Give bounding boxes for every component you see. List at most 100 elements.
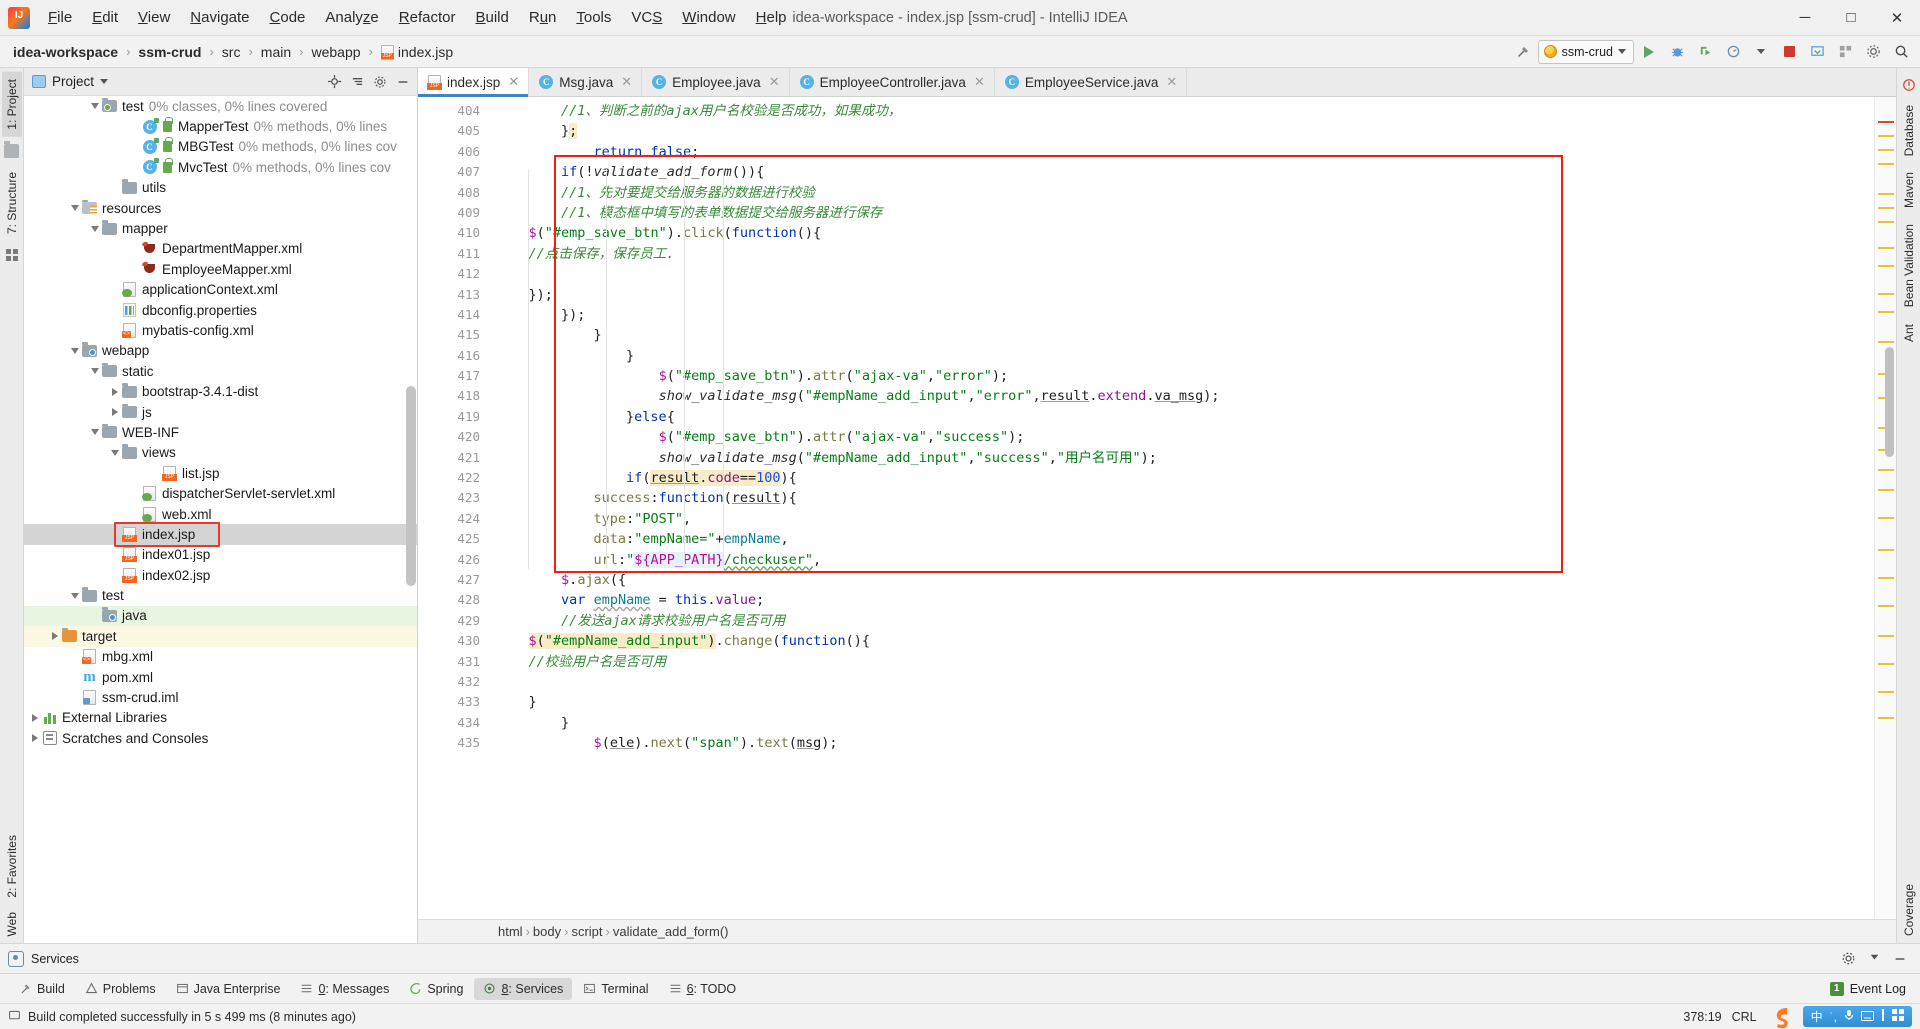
sidebar-item-ant[interactable]: Ant <box>1899 317 1919 349</box>
line-number-409[interactable]: 409 <box>418 203 504 223</box>
chevron-down-icon[interactable] <box>88 225 101 232</box>
editor-marker[interactable] <box>1878 341 1894 343</box>
menu-window[interactable]: Window <box>672 5 745 31</box>
line-number-432[interactable]: 432 <box>418 672 504 692</box>
tree-node-dbconfig-properties[interactable]: dbconfig.properties <box>24 300 417 320</box>
close-tab-icon[interactable]: ✕ <box>1166 74 1177 90</box>
tree-node-java[interactable]: java <box>24 605 417 627</box>
settings-gear-icon[interactable] <box>1860 40 1886 64</box>
line-number-430[interactable]: 430 <box>418 631 504 651</box>
menu-help[interactable]: Help <box>746 5 797 31</box>
line-number-408[interactable]: 408 <box>418 183 488 203</box>
editor-marker[interactable] <box>1878 549 1894 551</box>
editor-tab-msg-java[interactable]: C Msg.java ✕ <box>529 68 643 96</box>
search-icon[interactable] <box>1888 40 1914 64</box>
code-line-414[interactable]: data:"empName="+empName, <box>488 529 1874 549</box>
line-separator[interactable]: CRL <box>1732 1010 1757 1024</box>
line-number-419[interactable]: 419 <box>418 407 488 427</box>
close-tab-icon[interactable]: ✕ <box>769 74 780 90</box>
line-number-416[interactable]: 416 <box>418 346 504 366</box>
menu-build[interactable]: Build <box>465 5 518 31</box>
code-breadcrumb-item-script[interactable]: script <box>571 924 602 939</box>
code-line-429[interactable]: $("#emp_save_btn").click(function(){ <box>488 223 1874 243</box>
chevron-right-icon[interactable] <box>108 387 121 396</box>
editor-tab-bar[interactable]: index.jsp ✕ C Msg.java ✕ C Employee.java ✕ C Empl… <box>418 68 1896 97</box>
sidebar-item-project[interactable]: 1: Project <box>1 72 22 137</box>
sogou-ime-icon[interactable] <box>1767 1004 1793 1029</box>
tool-tab-spring[interactable]: Spring <box>400 978 472 1000</box>
line-number-426[interactable]: 426 <box>418 550 505 570</box>
tree-node-bootstrap-3-4-1-dist[interactable]: bootstrap-3.4.1-dist <box>24 381 417 401</box>
code-breadcrumb-item-html[interactable]: html <box>498 924 523 939</box>
ime-indicator[interactable]: 中 ˙, <box>1802 1006 1912 1027</box>
stop-button[interactable] <box>1776 40 1802 64</box>
menu-refactor[interactable]: Refactor <box>389 5 466 31</box>
breadcrumb-item-src[interactable]: src <box>217 43 246 61</box>
code-line-411[interactable]: var empName = this.value; <box>488 590 1874 610</box>
update-application-button[interactable] <box>1804 40 1830 64</box>
project-panel-title[interactable]: Project <box>32 74 109 89</box>
close-tab-icon[interactable]: ✕ <box>621 74 632 90</box>
line-number-428[interactable]: 428 <box>418 590 488 610</box>
editor-tab-employeecontroller-java[interactable]: C EmployeeController.java ✕ <box>790 68 995 96</box>
tree-node-mbg-xml[interactable]: mbg.xml <box>24 647 417 667</box>
tree-node-employeemapper-xml[interactable]: EmployeeMapper.xml <box>24 259 417 279</box>
tree-node-index01-jsp[interactable]: index01.jsp <box>24 545 417 565</box>
tool-tab-0--messages[interactable]: 0: Messages <box>291 978 398 1000</box>
editor-marker[interactable] <box>1878 469 1894 471</box>
tool-tab-problems[interactable]: Problems <box>76 978 165 1000</box>
tree-node-test[interactable]: test <box>24 585 417 605</box>
code-line-431[interactable]: //1、先对要提交给服务器的数据进行校验 <box>488 183 1874 203</box>
editor-tab-employee-java[interactable]: C Employee.java ✕ <box>642 68 790 96</box>
editor-scrollbar-thumb[interactable] <box>1885 347 1894 457</box>
line-number-407[interactable]: 407 <box>418 162 488 182</box>
line-number-435[interactable]: 435 <box>418 733 488 753</box>
maximize-button[interactable]: □ <box>1828 0 1874 35</box>
tree-node-pom-xml[interactable]: m pom.xml <box>24 667 417 687</box>
line-number-413[interactable]: 413 <box>418 285 488 305</box>
tree-node-web-xml[interactable]: web.xml <box>24 504 417 524</box>
code-line-435[interactable]: //1、判断之前的ajax用户名校验是否成功，如果成功， <box>488 101 1874 121</box>
chevron-right-icon[interactable] <box>28 734 41 743</box>
chevron-down-icon[interactable] <box>88 429 101 436</box>
locate-file-icon[interactable] <box>324 72 344 92</box>
breadcrumb-item-index-jsp[interactable]: index.jsp <box>376 43 458 61</box>
code-editor[interactable]: //1、判断之前的ajax用户名校验是否成功，如果成功， }; return f… <box>488 97 1874 919</box>
editor-marker[interactable] <box>1878 247 1894 249</box>
tree-node-list-jsp[interactable]: list.jsp <box>24 463 417 483</box>
sidebar-item-coverage[interactable]: Coverage <box>1899 877 1919 943</box>
editor-marker[interactable] <box>1878 207 1894 209</box>
tree-node-external-libraries[interactable]: External Libraries <box>24 708 417 728</box>
editor-marker[interactable] <box>1878 663 1894 665</box>
breadcrumb-item-main[interactable]: main <box>256 43 296 61</box>
menu-tools[interactable]: Tools <box>566 5 621 31</box>
chevron-right-icon[interactable] <box>28 713 41 722</box>
line-number-434[interactable]: 434 <box>418 713 488 733</box>
chevron-down-icon[interactable] <box>108 449 121 456</box>
code-line-413[interactable]: url:"${APP_PATH}/checkuser", <box>488 550 1874 570</box>
code-line-434[interactable]: }; <box>488 121 1874 141</box>
menu-bar[interactable]: File Edit View Navigate Code Analyze Refactor B… <box>38 0 797 35</box>
tree-node-static[interactable]: static <box>24 361 417 381</box>
tree-node-web-inf[interactable]: WEB-INF <box>24 422 417 442</box>
editor-marker[interactable] <box>1878 221 1894 223</box>
event-log-label[interactable]: Event Log <box>1850 982 1906 996</box>
code-breadcrumb-item-body[interactable]: body <box>533 924 561 939</box>
code-breadcrumb[interactable]: html › body › script › validate_add_form() <box>418 919 1896 943</box>
tool-tab-build[interactable]: Build <box>10 978 74 1000</box>
editor-marker[interactable] <box>1878 605 1894 607</box>
breadcrumb-item-ssm-crud[interactable]: ssm-crud <box>133 43 206 61</box>
code-line-416[interactable]: success:function(result){ <box>488 488 1874 508</box>
line-number-404[interactable]: 404 <box>418 101 488 121</box>
code-line-427[interactable] <box>488 264 1874 284</box>
tree-node-mybatis-config-xml[interactable]: mybatis-config.xml <box>24 320 417 340</box>
code-line-419[interactable]: $("#emp_save_btn").attr("ajax-va","succe… <box>488 427 1874 447</box>
line-number-431[interactable]: 431 <box>418 652 505 672</box>
line-number-410[interactable]: 410 <box>418 223 488 243</box>
tree-node-views[interactable]: views <box>24 443 417 463</box>
code-line-422[interactable]: $("#emp_save_btn").attr("ajax-va","error… <box>488 366 1874 386</box>
chevron-down-icon[interactable] <box>88 368 101 375</box>
code-line-420[interactable]: }else{ <box>488 407 1874 427</box>
menu-view[interactable]: View <box>128 5 180 31</box>
chevron-down-icon[interactable] <box>68 592 81 599</box>
